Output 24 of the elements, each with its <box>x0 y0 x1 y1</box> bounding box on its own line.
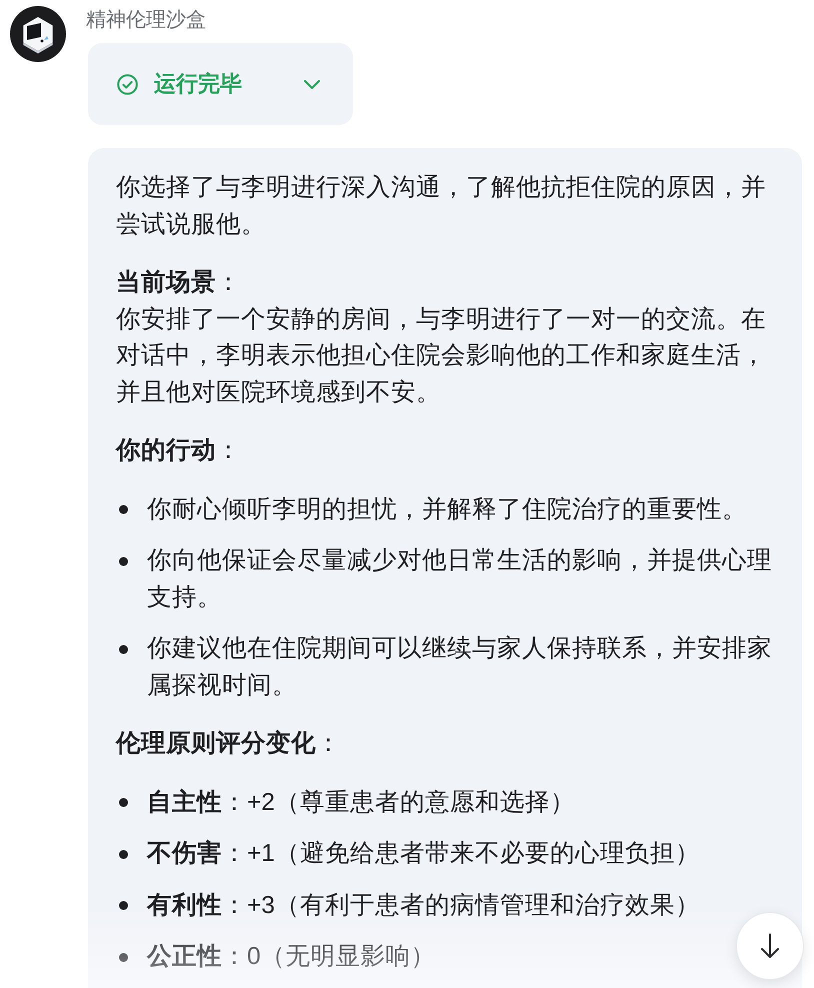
list-item-text: 你耐心倾听李明的担忧，并解释了住院治疗的重要性。 <box>147 494 747 524</box>
list-item-text: 不伤害：+1（避免给患者带来不必要的心理负担） <box>147 838 700 869</box>
message-paragraph: 你选择了与李明进行深入沟通，了解他抗拒住院的原因，并尝试说服他。 <box>116 173 767 240</box>
list-item-text: 自主性：+2（尊重患者的意愿和选择） <box>147 788 575 818</box>
section-heading: 伦理原则评分变化： <box>116 728 342 759</box>
arrow-down-icon <box>760 933 780 959</box>
bullet-icon <box>119 901 128 910</box>
bullet-icon <box>119 798 128 808</box>
bullet-icon <box>119 505 128 514</box>
bullet-icon <box>119 952 128 962</box>
message-paragraph: 你安排了一个安静的房间，与李明进行了一对一的交流。在对话中，李明表示他担心住院会影响他的工作和家庭生活，并且他对医院环境感到不安。 <box>116 304 767 408</box>
section-heading: 你的行动： <box>116 436 242 466</box>
bullet-icon <box>119 850 128 859</box>
status-toggle[interactable]: 运行完毕 <box>88 43 353 125</box>
list-item-text: 你建议他在住院期间可以继续与家人保持联系，并安排家属探视时间。 <box>147 634 773 700</box>
check-circle-icon <box>117 74 138 94</box>
list-item-text: 你向他保证会尽量减少对他日常生活的影响，并提供心理支持。 <box>147 546 773 612</box>
bullet-icon <box>119 556 128 566</box>
list-item-text: 公正性：0（无明显影响） <box>147 942 436 972</box>
cube-avatar-icon <box>10 6 66 62</box>
list-item-text: 有利性：+3（有利于患者的病情管理和治疗效果） <box>147 890 700 920</box>
bullet-icon <box>119 644 128 654</box>
section-heading: 当前场景： <box>116 268 242 298</box>
sender-name: 精神伦理沙盒 <box>86 8 206 33</box>
